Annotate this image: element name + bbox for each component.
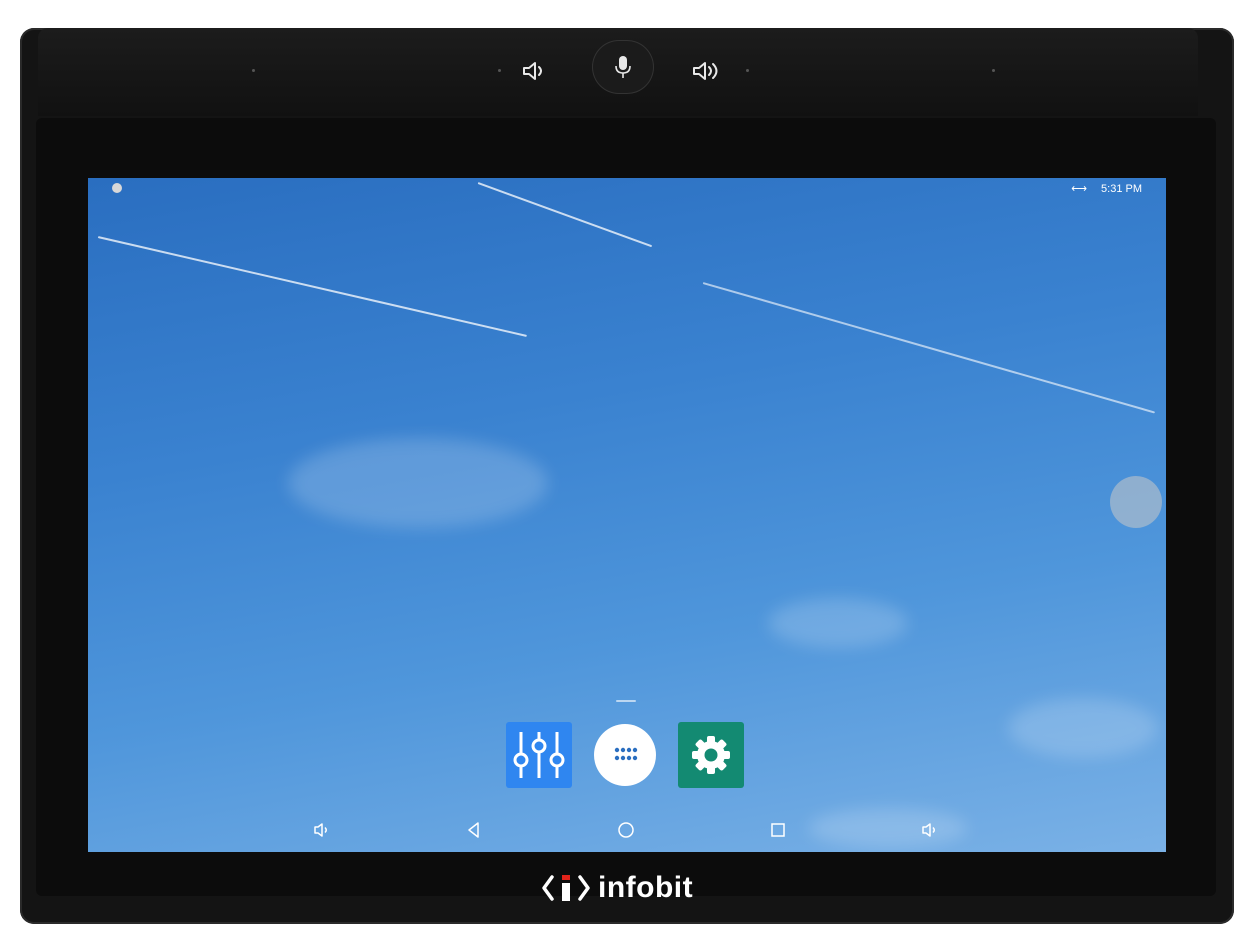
recents-icon [771, 823, 785, 837]
infobit-brand-mark-icon [542, 875, 590, 901]
settings-app-icon[interactable] [678, 722, 744, 788]
notification-dot-icon [112, 183, 122, 193]
home-nav-button[interactable] [614, 818, 638, 842]
brand-name: infobit [598, 871, 694, 904]
volume-down-icon [314, 823, 327, 837]
wallpaper-contrail [702, 282, 1156, 414]
android-home-screen[interactable]: ⟷ 5:31 PM [88, 178, 1166, 852]
speaker-low-icon [523, 62, 542, 80]
app-drawer-icon [594, 724, 656, 786]
status-bar-right: ⟷ 5:31 PM [1071, 182, 1142, 196]
volume-up-nav-button[interactable] [918, 818, 942, 842]
wallpaper-contrail [97, 236, 527, 337]
mixer-app-icon[interactable] [506, 722, 572, 788]
hardware-volume-down-button[interactable] [518, 56, 552, 86]
speaker-hole [992, 69, 995, 72]
wallpaper-cloud [768, 598, 908, 648]
recents-nav-button[interactable] [766, 818, 790, 842]
gear-icon [678, 722, 744, 788]
speaker-hole [252, 69, 255, 72]
sliders-icon [506, 722, 572, 788]
volume-up-icon [922, 823, 935, 837]
hardware-volume-up-button[interactable] [688, 56, 728, 86]
hardware-mic-button[interactable] [592, 40, 654, 94]
infobit-logo: infobit [540, 868, 693, 908]
status-bar: ⟷ 5:31 PM [88, 178, 1166, 200]
wallpaper-cloud [1008, 698, 1158, 758]
link-arrows-icon: ⟷ [1071, 183, 1088, 195]
wallpaper-cloud [288, 438, 548, 528]
speaker-hole [498, 69, 501, 72]
all-apps-button[interactable] [592, 722, 658, 788]
wallpaper-cloud [808, 808, 968, 848]
back-icon [468, 822, 479, 838]
home-icon [618, 822, 634, 838]
microphone-icon [615, 56, 631, 78]
status-time: 5:31 PM [1101, 182, 1142, 195]
back-nav-button[interactable] [462, 818, 486, 842]
speaker-hole [746, 69, 749, 72]
app-drawer-handle[interactable] [616, 700, 636, 702]
volume-down-nav-button[interactable] [310, 818, 334, 842]
floating-assistive-button[interactable] [1110, 476, 1162, 528]
speaker-high-icon [693, 62, 718, 80]
